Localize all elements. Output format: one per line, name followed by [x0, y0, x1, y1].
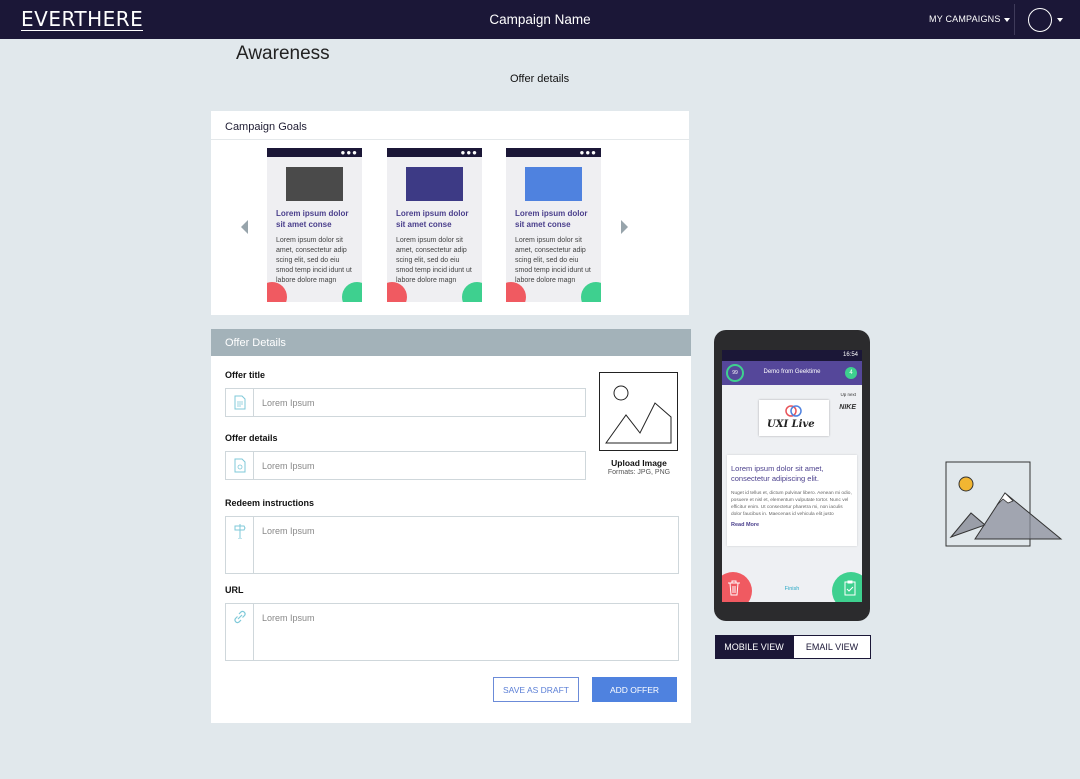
up-next-label: Up next [840, 392, 856, 397]
carousel-next-icon[interactable] [621, 220, 628, 234]
image-placeholder-icon [605, 385, 672, 444]
more-dots-icon: ●●● [340, 148, 358, 157]
offer-details-card: Offer Details Offer title Lorem Ipsum Of… [211, 329, 691, 723]
url-field[interactable]: Lorem Ipsum [225, 603, 679, 661]
upload-image-label: Upload Image [611, 458, 667, 468]
more-dots-icon: ●●● [579, 148, 597, 157]
goal-card-body: Lorem ipsum dolor sit amet, consectetur … [276, 237, 352, 284]
offer-title-label: Offer title [225, 370, 266, 380]
mobile-preview: 16:54 99 Demo from Geektime 4 Up next UX… [714, 330, 870, 621]
sponsor-logo-card: UXI Live [759, 400, 829, 436]
uxi-logo-icon [785, 405, 802, 417]
offer-details-label: Offer details [225, 433, 278, 443]
mobile-view-tab[interactable]: MOBILE VIEW [715, 635, 793, 659]
document-icon [226, 389, 254, 416]
offer-details-placeholder: Lorem Ipsum [262, 461, 315, 471]
phone-status-bar: 16:54 [722, 350, 862, 361]
signpost-icon [226, 517, 254, 573]
top-bar: EVERTHERE Campaign Name MY CAMPAIGNS [0, 0, 1080, 39]
goal-card-image [406, 167, 463, 201]
next-brand-logo: NIKE [839, 404, 856, 411]
my-campaigns-menu[interactable]: MY CAMPAIGNS [929, 14, 1010, 24]
phone-badge: 4 [845, 367, 857, 379]
upload-image-dropzone[interactable] [599, 372, 678, 451]
phone-content-body: Nuget id tellus et, dictum pulvinar libe… [731, 491, 852, 517]
goal-card-title: Lorem ipsum dolor sit amet conse [276, 209, 349, 229]
chevron-down-icon [1003, 17, 1010, 22]
goal-card-image [525, 167, 582, 201]
redeem-instructions-placeholder: Lorem Ipsum [262, 526, 315, 536]
carousel-prev-icon[interactable] [241, 220, 248, 234]
image-illustration-icon [945, 461, 1063, 547]
link-icon [226, 604, 254, 660]
goal-card-topbar: ●●● [267, 148, 362, 157]
phone-app-title: Demo from Geektime [763, 369, 821, 375]
phone-screen: 16:54 99 Demo from Geektime 4 Up next UX… [722, 350, 862, 602]
offer-title-field[interactable]: Lorem Ipsum [225, 388, 586, 417]
read-more-link[interactable]: Read More [731, 522, 857, 528]
phone-content-card: Lorem ipsum dolor sit amet, consectetur … [727, 455, 857, 546]
add-offer-button[interactable]: ADD OFFER [592, 677, 677, 702]
goal-card[interactable]: ●●● Lorem ipsum dolor sit amet conse Lor… [267, 148, 362, 302]
goal-card-image [286, 167, 343, 201]
save-as-draft-button[interactable]: SAVE AS DRAFT [493, 677, 579, 702]
page-title: Awareness [236, 43, 330, 64]
uxi-logo-text: UXI Live [767, 419, 815, 430]
phone-content-title: Lorem ipsum dolor sit amet, consectetur … [731, 464, 824, 483]
my-campaigns-label: MY CAMPAIGNS [929, 14, 1001, 24]
finish-link[interactable]: Finish [722, 586, 862, 592]
goal-card-topbar: ●●● [387, 148, 482, 157]
document-search-icon [226, 452, 254, 479]
goal-card[interactable]: ●●● Lorem ipsum dolor sit amet conse Lor… [387, 148, 482, 302]
email-view-tab[interactable]: EMAIL VIEW [793, 635, 871, 659]
more-dots-icon: ●●● [460, 148, 478, 157]
avatar[interactable] [1028, 8, 1052, 32]
goal-card-topbar: ●●● [506, 148, 601, 157]
redeem-instructions-label: Redeem instructions [225, 498, 315, 508]
redeem-instructions-field[interactable]: Lorem Ipsum [225, 516, 679, 574]
phone-app-bar: 99 Demo from Geektime 4 [722, 361, 862, 385]
avatar-chevron-down-icon[interactable] [1057, 18, 1063, 22]
goal-card-title: Lorem ipsum dolor sit amet conse [396, 209, 469, 229]
offer-details-heading: Offer Details [211, 329, 691, 356]
upload-formats: Formats: JPG, PNG [607, 469, 671, 476]
offer-details-field[interactable]: Lorem Ipsum [225, 451, 586, 480]
goal-card-body: Lorem ipsum dolor sit amet, consectetur … [396, 237, 472, 284]
goal-card-body: Lorem ipsum dolor sit amet, consectetur … [515, 237, 591, 284]
goal-card-title: Lorem ipsum dolor sit amet conse [515, 209, 588, 229]
campaign-name: Campaign Name [489, 12, 591, 27]
goal-card[interactable]: ●●● Lorem ipsum dolor sit amet conse Lor… [506, 148, 601, 302]
campaign-goals-heading: Campaign Goals [211, 111, 689, 140]
url-placeholder: Lorem Ipsum [262, 613, 315, 623]
campaign-goals-card: Campaign Goals ●●● Lorem ipsum dolor sit… [211, 111, 689, 315]
page-subtitle: Offer details [510, 73, 570, 85]
url-label: URL [225, 585, 244, 595]
offer-title-placeholder: Lorem Ipsum [262, 398, 315, 408]
divider [1014, 4, 1015, 35]
